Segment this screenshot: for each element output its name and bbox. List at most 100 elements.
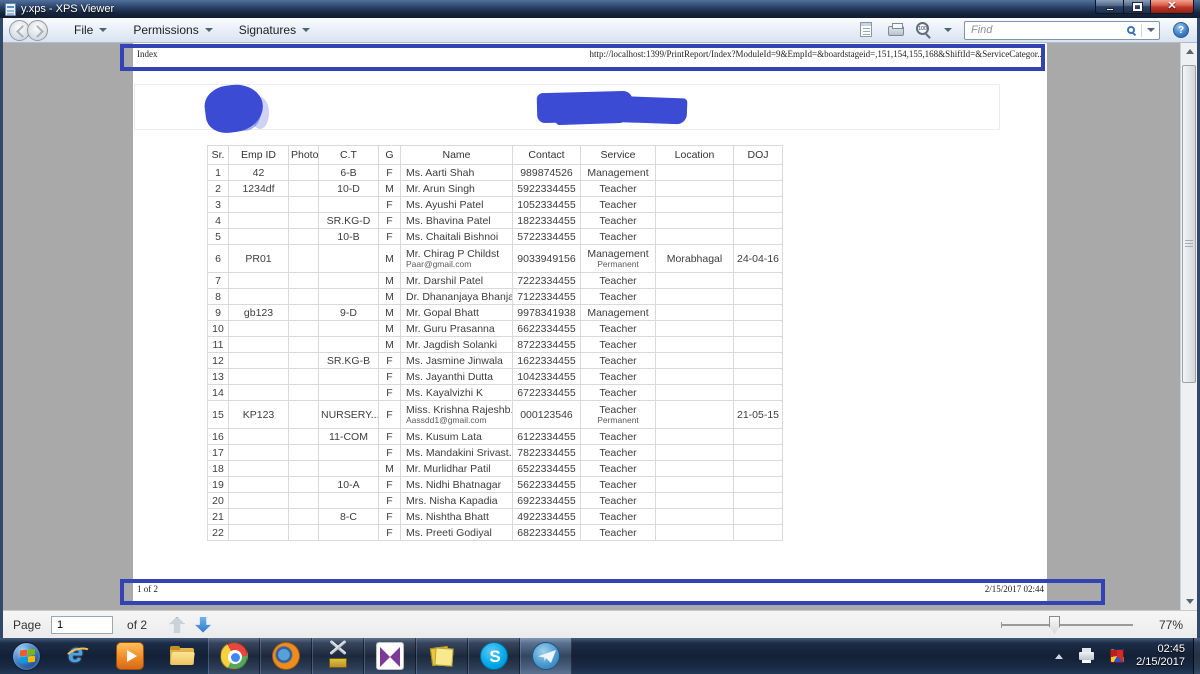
- table-cell: F: [378, 352, 401, 369]
- redacted-title: [554, 109, 626, 126]
- taskbar-button-telegram[interactable]: [520, 638, 572, 674]
- table-cell: [655, 368, 734, 385]
- table-cell: [733, 508, 783, 525]
- table-cell: [655, 492, 734, 509]
- find-input[interactable]: [971, 24, 1127, 36]
- show-desktop-button[interactable]: [1193, 638, 1200, 674]
- scroll-up-button[interactable]: [1181, 43, 1197, 60]
- table-cell: 6: [207, 244, 229, 273]
- start-orb-icon: [11, 641, 41, 671]
- column-header: Name: [400, 145, 513, 165]
- chevron-down-icon: [204, 28, 213, 32]
- table-cell: 6722334455: [512, 384, 581, 401]
- table-cell: [228, 228, 289, 245]
- table-cell: [288, 384, 319, 401]
- table-cell: 8722334455: [512, 336, 581, 353]
- table-row: 2 1234df 10-D M Mr. Arun Singh 5922334455 Teac…: [207, 180, 783, 197]
- help-button[interactable]: ?: [1173, 22, 1189, 38]
- next-page-button[interactable]: [195, 616, 212, 633]
- scroll-down-button[interactable]: [1181, 593, 1197, 610]
- table-cell: 7222334455: [512, 272, 581, 289]
- table-cell: [318, 272, 379, 289]
- zoom-slider[interactable]: [1001, 615, 1133, 634]
- previous-page-button[interactable]: [169, 616, 186, 633]
- table-cell: F: [378, 400, 401, 429]
- table-cell: [288, 508, 319, 525]
- forward-button[interactable]: [27, 19, 48, 41]
- table-cell: Ms. Ayushi Patel: [400, 196, 513, 213]
- table-cell: Miss. Krishna Rajeshb... Aassdd1@gmail.co…: [400, 400, 513, 429]
- document-view-icon: [860, 22, 872, 37]
- table-cell: M: [378, 304, 401, 321]
- table-cell: Mr. Gopal Bhatt: [400, 304, 513, 321]
- zoom-button[interactable]: 100: [916, 22, 934, 38]
- taskbar-button-visual-studio[interactable]: [364, 638, 416, 674]
- vertical-scrollbar[interactable]: [1180, 43, 1197, 610]
- clock[interactable]: 02:45 2/15/2017: [1136, 643, 1185, 669]
- table-cell: 11-COM: [318, 428, 379, 445]
- table-cell: 4922334455: [512, 508, 581, 525]
- table-cell: gb123: [228, 304, 289, 321]
- table-cell: Ms. Kayalvizhi K: [400, 384, 513, 401]
- divider: [1141, 23, 1142, 37]
- close-button[interactable]: ✕: [1151, 0, 1194, 14]
- table-cell: [655, 288, 734, 305]
- taskbar-button-windows-media-player[interactable]: [104, 638, 156, 674]
- find-dropdown-caret[interactable]: [1147, 28, 1155, 32]
- report-letterhead: [134, 81, 1000, 136]
- zoom-slider-thumb[interactable]: [1049, 615, 1060, 634]
- table-cell: 11: [207, 336, 229, 353]
- taskbar-button-admin-tools[interactable]: [312, 638, 364, 674]
- table-cell: [655, 524, 734, 541]
- table-cell: [318, 336, 379, 353]
- restore-button[interactable]: [1124, 0, 1151, 14]
- taskbar-button-firefox[interactable]: [260, 638, 312, 674]
- table-cell: [318, 288, 379, 305]
- table-row: 11 M Mr. Jagdish Solanki 8722334455 Teacher: [207, 336, 783, 353]
- show-hidden-icons-button[interactable]: [1055, 653, 1064, 659]
- column-header: Service: [580, 145, 656, 165]
- taskbar-button-internet-explorer[interactable]: [52, 638, 104, 674]
- taskbar-button-start-orb[interactable]: [0, 638, 52, 674]
- table-cell: [228, 212, 289, 229]
- taskbar-button-skype[interactable]: [468, 638, 520, 674]
- column-header: Photo: [288, 145, 319, 165]
- scrollbar-thumb[interactable]: [1182, 65, 1196, 383]
- table-cell: [733, 428, 783, 445]
- taskbar-button-windows-explorer[interactable]: [156, 638, 208, 674]
- search-icon[interactable]: [1127, 26, 1135, 34]
- table-cell: F: [378, 164, 401, 181]
- firefox-icon: [272, 642, 300, 670]
- print-button[interactable]: [888, 22, 906, 38]
- zoom-dropdown-caret[interactable]: [944, 28, 952, 32]
- table-cell: [655, 476, 734, 493]
- outline-view-button[interactable]: [860, 22, 878, 38]
- page-number-input[interactable]: [51, 615, 114, 634]
- table-cell: [733, 320, 783, 337]
- table-cell: 6922334455: [512, 492, 581, 509]
- table-cell: Management Permanent: [580, 244, 656, 273]
- minimize-button[interactable]: [1095, 0, 1124, 14]
- table-cell: 5622334455: [512, 476, 581, 493]
- taskbar: 02:45 2/15/2017: [0, 638, 1200, 674]
- taskbar-button-google-chrome[interactable]: [208, 638, 260, 674]
- table-cell: [288, 428, 319, 445]
- table-cell: Teacher: [580, 336, 656, 353]
- table-cell: [655, 320, 734, 337]
- find-box: [964, 20, 1160, 40]
- table-cell: [288, 492, 319, 509]
- table-cell: 1042334455: [512, 368, 581, 385]
- tray-app-icon[interactable]: [1110, 649, 1125, 663]
- table-cell: Teacher: [580, 476, 656, 493]
- table-cell: [288, 320, 319, 337]
- table-cell: [288, 272, 319, 289]
- taskbar-button-sticky-notes[interactable]: [416, 638, 468, 674]
- menu-file[interactable]: File: [74, 23, 108, 37]
- tray-printer-icon[interactable]: [1079, 648, 1095, 663]
- menu-permissions[interactable]: Permissions: [133, 23, 213, 37]
- table-cell: Teacher: [580, 384, 656, 401]
- menu-signatures[interactable]: Signatures: [239, 23, 311, 37]
- table-cell: [318, 320, 379, 337]
- table-cell: [288, 164, 319, 181]
- table-cell: [228, 508, 289, 525]
